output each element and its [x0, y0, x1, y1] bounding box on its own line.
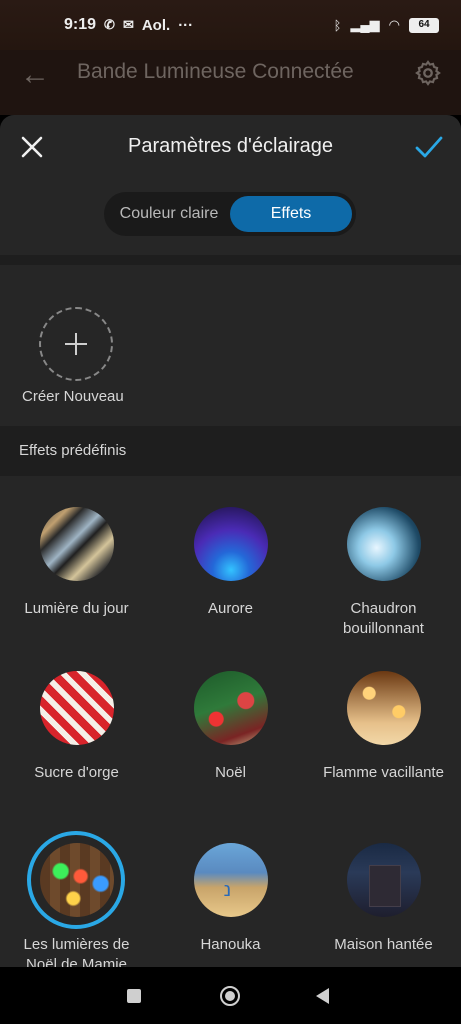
effect-thumbnail: [193, 671, 268, 745]
effect-hanouka[interactable]: Hanouka: [154, 835, 307, 955]
home-circle-icon[interactable]: [220, 986, 240, 1006]
recents-square-icon[interactable]: [127, 989, 141, 1003]
preset-effects-header: Effets prédéfinis: [0, 426, 461, 476]
status-time: 9:19: [64, 16, 97, 33]
effect-thumbnail: [346, 671, 421, 745]
effect-sucre-d-orge[interactable]: Sucre d'orge: [0, 671, 153, 783]
battery-icon: 64: [409, 17, 439, 33]
status-right: ᛒ ▂▄▆ ◠ 64: [334, 17, 439, 33]
effect-thumbnail: [39, 671, 114, 745]
effect-label: Flamme vacillante: [323, 764, 444, 781]
status-bar: 9:19 ✆ ✉ Aol. ··· ᛒ ▂▄▆ ◠ 64: [0, 0, 461, 50]
whatsapp-icon: ✆: [104, 17, 115, 32]
divider: [0, 255, 461, 265]
sheet-header: Paramètres d'éclairage: [0, 115, 461, 180]
back-arrow-icon[interactable]: ←: [20, 58, 50, 92]
effect-thumbnail: [39, 507, 114, 581]
create-new-section: Créer Nouveau: [0, 265, 461, 425]
effect-maison-hantee[interactable]: Maison hantée: [307, 835, 460, 955]
effect-label: Hanouka: [200, 936, 261, 953]
effect-label: Les lumières de Noël de Mamie: [23, 936, 130, 967]
effect-thumbnail: [193, 507, 268, 581]
effect-lumiere-du-jour[interactable]: Lumière du jour: [0, 507, 153, 619]
segment-effets[interactable]: Effets: [230, 196, 352, 232]
effect-thumbnail: [346, 507, 421, 581]
effect-label: Aurore: [207, 600, 254, 617]
effect-label: Maison hantée: [334, 936, 433, 953]
section-title: Effets prédéfinis: [19, 442, 127, 459]
status-left: 9:19 ✆ ✉ Aol. ···: [64, 16, 193, 34]
aol-notification: Aol.: [141, 16, 171, 34]
bluetooth-icon: ᛒ: [333, 17, 342, 33]
signal-icon: ▂▄▆: [350, 17, 380, 32]
effect-chaudron-bouillonnant[interactable]: Chaudron bouillonnant: [307, 507, 460, 639]
effect-noel[interactable]: Noël: [154, 671, 307, 783]
lighting-settings-sheet: Paramètres d'éclairage Couleur claire Ef…: [0, 115, 461, 967]
effect-thumbnail: [193, 843, 268, 917]
effect-thumbnail: [346, 843, 421, 917]
messenger-icon: ✉: [122, 17, 134, 32]
navigation-bar: [0, 967, 461, 1024]
effect-flamme-vacillante[interactable]: Flamme vacillante: [307, 671, 460, 783]
app-title: Bande Lumineuse Connectée: [77, 60, 354, 83]
effect-label: Chaudron bouillonnant: [343, 600, 424, 637]
wifi-icon: ◠: [388, 17, 400, 32]
add-icon[interactable]: [39, 307, 113, 381]
effect-aurore[interactable]: Aurore: [154, 507, 307, 619]
effect-label: Noël: [215, 764, 246, 781]
gear-icon[interactable]: [414, 59, 442, 87]
effect-thumbnail: [39, 843, 114, 917]
effect-lumieres-noel-mamie[interactable]: Les lumières de Noël de Mamie: [0, 831, 153, 967]
sheet-title: Paramètres d'éclairage: [127, 135, 334, 157]
create-new-label: Créer Nouveau: [22, 388, 124, 405]
effect-label: Lumière du jour: [24, 600, 129, 617]
back-triangle-icon[interactable]: [316, 988, 329, 1004]
mode-segmented-control: Couleur claire Effets: [104, 192, 356, 236]
effect-label: Sucre d'orge: [34, 764, 119, 781]
segment-couleur-claire[interactable]: Couleur claire: [108, 196, 230, 232]
more-notifications-icon: ···: [178, 16, 194, 34]
check-icon[interactable]: [413, 133, 445, 161]
app-bar: ← Bande Lumineuse Connectée: [0, 50, 461, 115]
